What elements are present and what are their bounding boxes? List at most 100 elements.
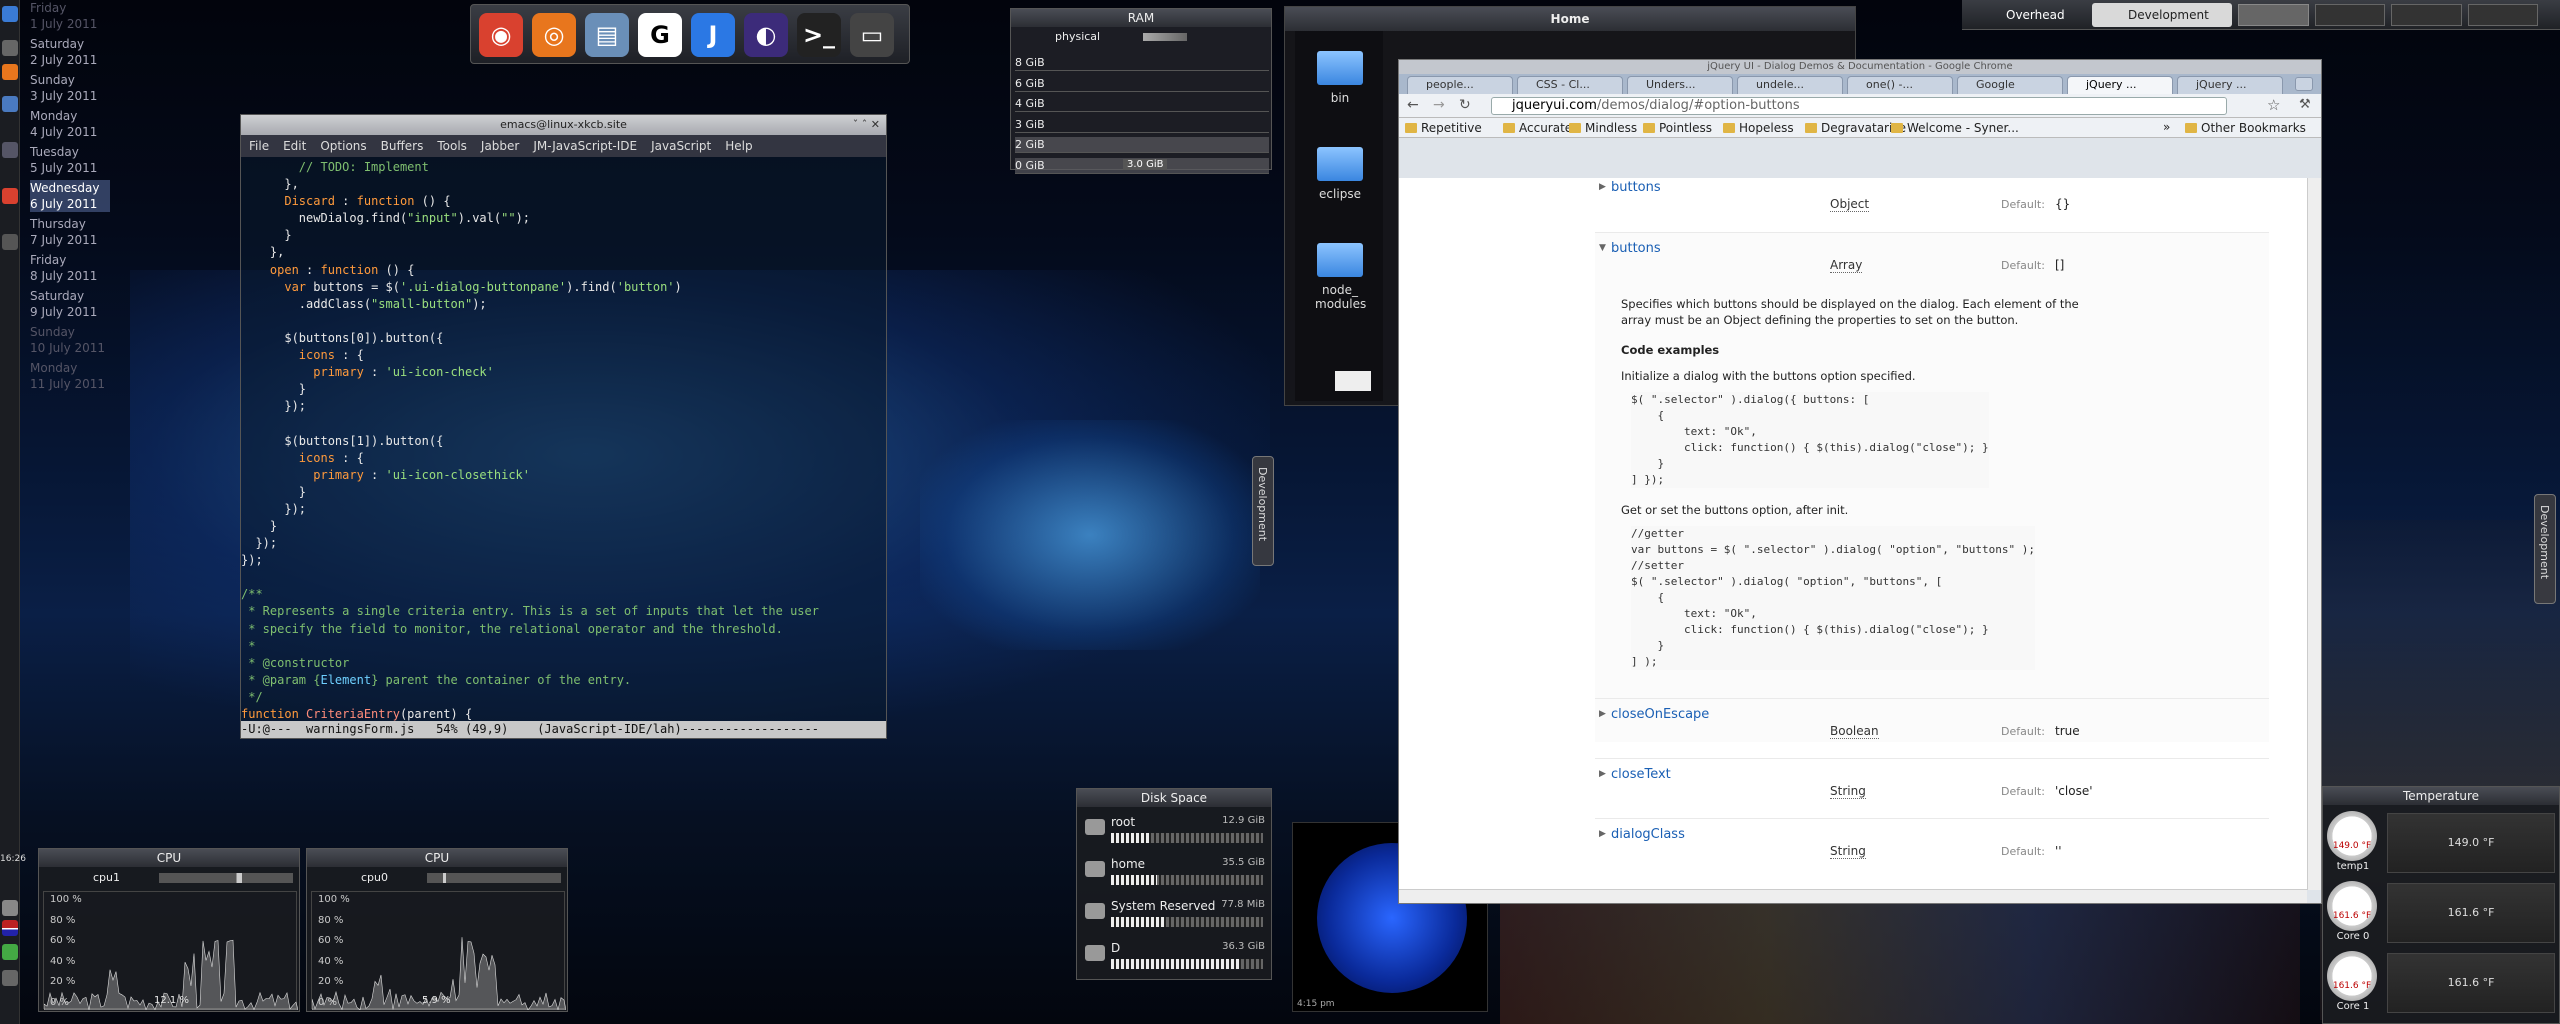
firefox-launcher-icon[interactable] (2, 64, 18, 80)
bookmark-item[interactable]: Accurate (1503, 121, 1572, 135)
option-name[interactable]: buttons (1611, 180, 1661, 195)
monitor-icon[interactable]: ▭ (850, 13, 894, 57)
network-icon[interactable] (2, 900, 18, 916)
development-activity-button[interactable]: Development (2092, 3, 2232, 27)
emacs-menu-item[interactable]: Jabber (481, 135, 519, 157)
address-bar[interactable]: jqueryui.com/demos/dialog/#option-button… (1491, 97, 2227, 115)
vertical-scrollbar[interactable] (2307, 178, 2321, 890)
option-name[interactable]: closeText (1611, 767, 1671, 782)
kde-menu-icon[interactable] (2, 6, 18, 22)
panel-icon-4[interactable] (2, 234, 18, 250)
expand-icon[interactable]: ▶ (1599, 709, 1606, 719)
emacs-menu-item[interactable]: JM-JavaScript-IDE (533, 135, 637, 157)
calendar-day[interactable]: Monday 4 July 2011 (30, 108, 110, 140)
browser-tab[interactable]: one() -... (1847, 76, 1953, 94)
chrome-icon[interactable]: ◉ (479, 13, 523, 57)
emacs-menu-item[interactable]: File (249, 135, 269, 157)
pager-desktop-4[interactable] (2467, 4, 2538, 26)
folder-item[interactable]: node_ modules (1315, 243, 1366, 311)
browser-tab[interactable]: people... (1407, 76, 1513, 94)
browser-tab[interactable]: jQuery ... (2067, 76, 2173, 94)
emacs-menu-item[interactable]: JavaScript (651, 135, 711, 157)
bookmarks-overflow-icon[interactable]: » (2163, 120, 2170, 134)
option-name[interactable]: buttons (1611, 241, 1661, 256)
calendar-day[interactable]: Friday 8 July 2011 (30, 252, 110, 284)
expand-icon[interactable]: ▶ (1599, 182, 1606, 192)
development-side-tab-right[interactable]: Development (2534, 494, 2556, 604)
pager-desktop-3[interactable] (2391, 4, 2462, 26)
browser-tab[interactable]: Unders... (1627, 76, 1733, 94)
file-manager-icon[interactable]: ▤ (585, 13, 629, 57)
expand-icon[interactable]: ▶ (1599, 829, 1606, 839)
browser-tab[interactable]: Google (1957, 76, 2063, 94)
volume-icon[interactable] (2, 970, 18, 986)
calendar-day[interactable]: Tuesday 5 July 2011 (30, 144, 110, 176)
settings-icon[interactable] (2, 944, 18, 960)
bookmark-item[interactable]: Hopeless (1723, 121, 1794, 135)
calendar-day[interactable]: Saturday 2 July 2011 (30, 36, 110, 68)
option-closeonescape[interactable]: ▶ closeOnEscape Boolean Default: true (1595, 698, 2269, 753)
horizontal-scrollbar[interactable] (1399, 889, 2307, 903)
emacs-menu-item[interactable]: Edit (283, 135, 306, 157)
collapse-icon[interactable]: ▼ (1599, 243, 1606, 253)
calendar-day[interactable]: Wednesday 6 July 2011 (30, 180, 110, 212)
calendar-day[interactable]: Monday 11 July 2011 (30, 360, 110, 392)
emacs-titlebar[interactable]: emacs@linux-xkcb.site ˇ ˆ ✕ (241, 115, 886, 135)
panel-clock[interactable]: 16:26 (0, 854, 26, 864)
pager-desktop-2[interactable] (2314, 4, 2385, 26)
terminal-icon[interactable]: >_ (797, 13, 841, 57)
eclipse-icon[interactable]: ◐ (744, 13, 788, 57)
other-bookmarks-folder[interactable]: Other Bookmarks (2185, 121, 2306, 135)
firefox-icon[interactable]: ◎ (532, 13, 576, 57)
bookmark-item[interactable]: Welcome - Syner... (1891, 121, 2019, 135)
star-icon[interactable]: ☆ (2267, 96, 2280, 114)
reload-icon[interactable]: ↻ (1459, 97, 1471, 113)
browser-tab[interactable]: jQuery ... (2177, 76, 2283, 94)
option-type[interactable]: String (1830, 784, 1866, 799)
forward-icon[interactable]: → (1433, 97, 1445, 113)
browser-tab[interactable]: undele... (1737, 76, 1843, 94)
option-type[interactable]: Array (1830, 258, 1863, 273)
folder-item[interactable]: bin (1315, 51, 1365, 105)
calendar-day[interactable]: Friday 1 July 2011 (30, 0, 110, 32)
chrome-task-icon[interactable] (2, 188, 18, 204)
pager-desktop-1[interactable] (2238, 4, 2309, 26)
option-type[interactable]: Boolean (1830, 724, 1879, 739)
folder-item[interactable]: eclipse (1315, 147, 1365, 201)
overhead-activity-button[interactable]: Overhead (1970, 3, 2090, 27)
option-name[interactable]: dialogClass (1611, 827, 1685, 842)
j-icon[interactable]: J (691, 13, 735, 57)
emacs-menu-item[interactable]: Buffers (381, 135, 424, 157)
panel-icon-1[interactable] (2, 40, 18, 56)
option-name[interactable]: closeOnEscape (1611, 707, 1709, 722)
option-type[interactable]: String (1830, 844, 1866, 859)
file-item-icon[interactable] (1335, 371, 1371, 391)
wrench-icon[interactable]: ⚒ (2299, 97, 2311, 112)
option-closetext[interactable]: ▶ closeText String Default: 'close' (1595, 758, 2269, 813)
panel-icon-2[interactable] (2, 96, 18, 112)
option-buttons-object[interactable]: ▶ buttons Object Default: {} (1595, 178, 2269, 233)
panel-icon-3[interactable] (2, 142, 18, 158)
bookmark-item[interactable]: Repetitive (1405, 121, 1482, 135)
window-controls-icon[interactable]: ˇ ˆ ✕ (853, 115, 880, 135)
option-type[interactable]: Object (1830, 197, 1870, 212)
bookmark-item[interactable]: Pointless (1643, 121, 1712, 135)
calendar-day[interactable]: Sunday 3 July 2011 (30, 72, 110, 104)
calendar-day[interactable]: Saturday 9 July 2011 (30, 288, 110, 320)
code-editor[interactable]: // TODO: Implement }, Discard : function… (241, 157, 886, 723)
new-tab-button[interactable] (2295, 77, 2313, 91)
flag-icon[interactable] (2, 920, 18, 936)
chrome-titlebar[interactable]: jQuery UI - Dialog Demos & Documentation… (1399, 60, 2321, 74)
emacs-menu-item[interactable]: Options (320, 135, 366, 157)
development-side-tab[interactable]: Development (1252, 456, 1274, 566)
emacs-menu-item[interactable]: Tools (437, 135, 467, 157)
calendar-day[interactable]: Sunday 10 July 2011 (30, 324, 110, 356)
browser-tab[interactable]: CSS - Cl... (1517, 76, 1623, 94)
g-icon[interactable]: G (638, 13, 682, 57)
calendar-day[interactable]: Thursday 7 July 2011 (30, 216, 110, 248)
expand-icon[interactable]: ▶ (1599, 769, 1606, 779)
emacs-menu-item[interactable]: Help (725, 135, 752, 157)
back-icon[interactable]: ← (1407, 97, 1419, 113)
option-dialogclass[interactable]: ▶ dialogClass String Default: '' (1595, 818, 2269, 873)
bookmark-item[interactable]: Mindless (1569, 121, 1637, 135)
